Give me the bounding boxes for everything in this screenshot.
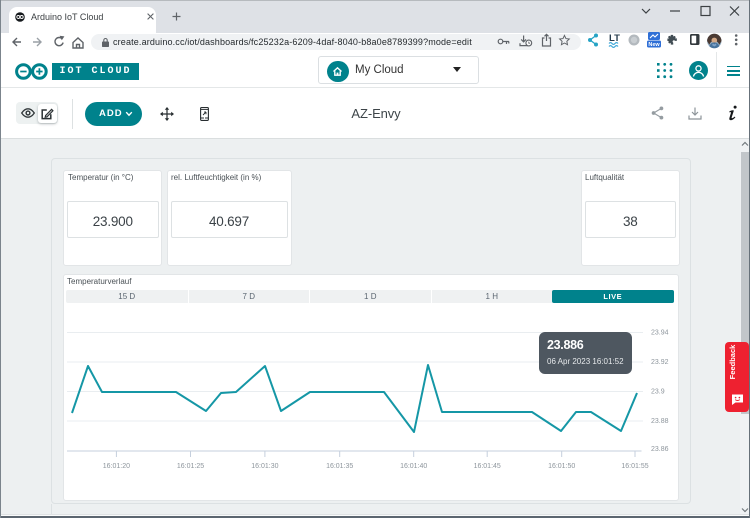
svg-text:23.86: 23.86 [651, 446, 669, 453]
svg-text:New: New [648, 42, 660, 48]
svg-text:23.9: 23.9 [651, 389, 665, 396]
svg-text:23.92: 23.92 [651, 359, 669, 366]
svg-text:16:01:50: 16:01:50 [548, 463, 575, 470]
svg-text:16:01:45: 16:01:45 [474, 463, 501, 470]
svg-text:16:01:55: 16:01:55 [621, 463, 648, 470]
svg-text:16:01:20: 16:01:20 [103, 463, 130, 470]
svg-text:23.88: 23.88 [651, 418, 669, 425]
svg-text:23.94: 23.94 [651, 330, 669, 337]
svg-text:16:01:40: 16:01:40 [400, 463, 427, 470]
svg-text:16:01:35: 16:01:35 [326, 463, 353, 470]
svg-text:16:01:25: 16:01:25 [177, 463, 204, 470]
svg-text:16:01:30: 16:01:30 [251, 463, 278, 470]
